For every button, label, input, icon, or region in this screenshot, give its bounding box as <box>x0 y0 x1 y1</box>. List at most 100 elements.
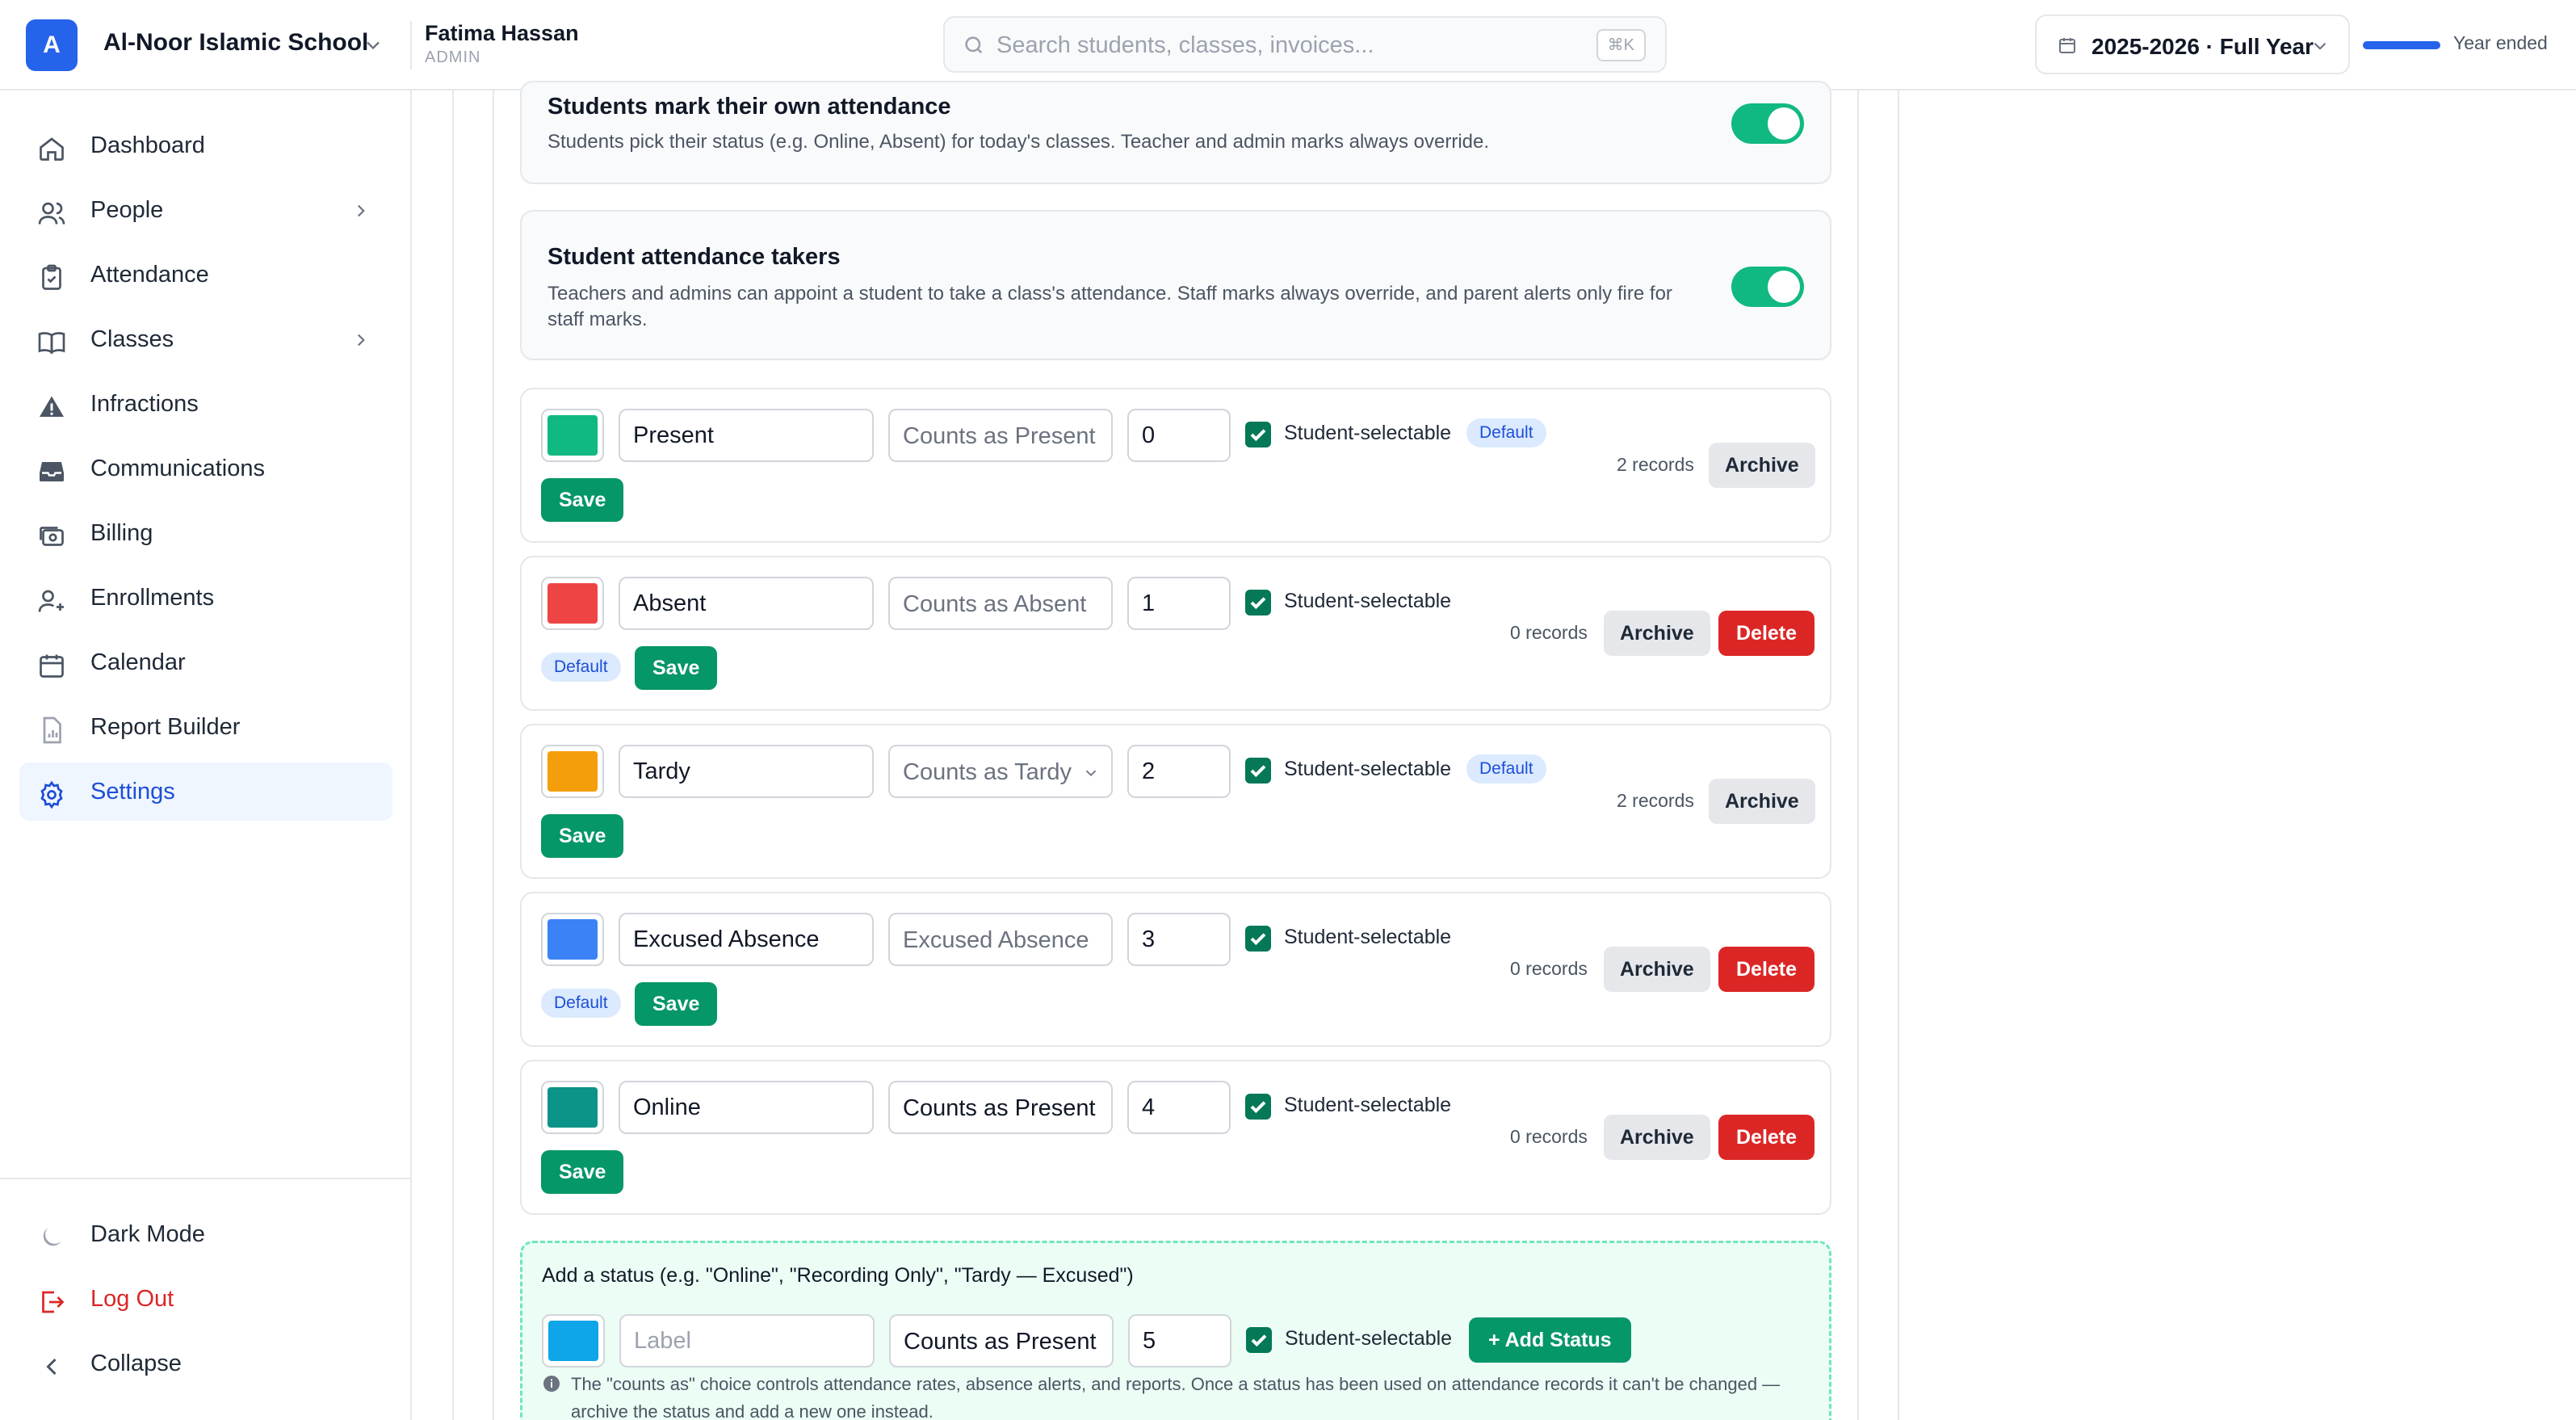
school-name[interactable]: Al-Noor Islamic School <box>103 29 368 57</box>
sidebar-item-dashboard[interactable]: Dashboard <box>19 116 392 174</box>
save-button[interactable]: Save <box>635 982 718 1026</box>
top-bar: A Al-Noor Islamic School Fatima Hassan A… <box>0 0 2576 90</box>
setting-title: Students mark their own attendance <box>548 94 951 120</box>
student-selectable-checkbox[interactable] <box>1245 422 1271 447</box>
counts-as-select[interactable]: Counts as Present <box>888 409 1113 462</box>
sort-order-input[interactable] <box>1127 409 1231 462</box>
sidebar-item-billing[interactable]: Billing <box>19 504 392 562</box>
student-selectable-label: Student-selectable <box>1285 1327 1453 1350</box>
self-attendance-toggle[interactable] <box>1731 103 1804 144</box>
search-bar[interactable]: ⌘K <box>943 16 1667 73</box>
counts-as-select[interactable]: Counts as Absent <box>888 577 1113 630</box>
sidebar-item-people[interactable]: People <box>19 181 392 239</box>
color-picker[interactable] <box>541 745 604 798</box>
archive-button[interactable]: Archive <box>1604 1115 1710 1160</box>
logout-button[interactable]: Log Out <box>19 1270 392 1328</box>
archive-button[interactable]: Archive <box>1709 443 1815 488</box>
counts-as-select[interactable]: Excused Absence <box>888 913 1113 966</box>
record-count: 2 records <box>1617 790 1694 811</box>
color-swatch <box>548 1087 598 1128</box>
sidebar-item-label: Attendance <box>90 262 209 288</box>
sidebar-item-calendar[interactable]: Calendar <box>19 633 392 691</box>
sort-order-input[interactable] <box>1127 577 1231 630</box>
sidebar-item-attendance[interactable]: Attendance <box>19 246 392 304</box>
self-attendance-setting: Students mark their own attendance Stude… <box>520 81 1831 184</box>
dark-mode-label: Dark Mode <box>90 1221 205 1247</box>
save-button[interactable]: Save <box>541 814 624 858</box>
user-name: Fatima Hassan <box>425 21 579 45</box>
collapse-sidebar-button[interactable]: Collapse <box>19 1334 392 1393</box>
sort-order-input[interactable] <box>1127 913 1231 966</box>
sidebar-divider <box>0 1178 410 1179</box>
counts-as-value: Counts as Present <box>903 423 1096 449</box>
toggle-knob <box>1768 271 1800 303</box>
attendance-takers-toggle[interactable] <box>1731 267 1804 307</box>
status-row-excused-absence: Excused Absence Student-selectable Defau… <box>520 892 1831 1047</box>
sidebar-item-infractions[interactable]: Infractions <box>19 375 392 433</box>
status-label-input[interactable] <box>619 1081 874 1134</box>
counts-as-value: Excused Absence <box>903 927 1089 953</box>
student-selectable-checkbox[interactable] <box>1245 926 1271 952</box>
delete-button[interactable]: Delete <box>1718 1115 1815 1160</box>
record-count: 0 records <box>1510 958 1588 979</box>
add-status-button[interactable]: + Add Status <box>1469 1317 1631 1363</box>
sidebar-item-label: Report Builder <box>90 714 241 740</box>
archive-button[interactable]: Archive <box>1604 947 1710 992</box>
info-icon <box>543 1376 560 1392</box>
status-label-input[interactable] <box>619 409 874 462</box>
archive-button[interactable]: Archive <box>1604 611 1710 656</box>
sidebar-item-label: Calendar <box>90 649 186 675</box>
report-icon <box>43 716 61 744</box>
counts-as-select[interactable]: Counts as Tardy <box>888 745 1113 798</box>
save-button[interactable]: Save <box>635 646 718 690</box>
sidebar-item-report-builder[interactable]: Report Builder <box>19 698 392 756</box>
school-logo[interactable]: A <box>26 19 78 71</box>
sort-order-input[interactable] <box>1128 1314 1231 1367</box>
student-selectable-checkbox[interactable] <box>1245 590 1271 615</box>
search-input[interactable] <box>996 27 1562 63</box>
counts-as-value: Counts as Present <box>903 1095 1096 1121</box>
student-selectable-checkbox[interactable] <box>1245 1094 1271 1120</box>
counts-as-select[interactable]: Counts as Present <box>889 1314 1114 1367</box>
school-year-select[interactable]: 2025-2026 · Full Year <box>2035 15 2350 74</box>
color-picker[interactable] <box>541 409 604 462</box>
color-picker[interactable] <box>541 1081 604 1134</box>
save-button[interactable]: Save <box>541 1150 624 1194</box>
dark-mode-toggle[interactable]: Dark Mode <box>19 1205 392 1263</box>
add-status-title: Add a status (e.g. "Online", "Recording … <box>542 1264 1134 1287</box>
sidebar-item-label: Infractions <box>90 391 199 417</box>
chevron-down-icon[interactable] <box>362 34 384 57</box>
counts-as-select[interactable]: Counts as Present <box>888 1081 1113 1134</box>
color-swatch <box>548 415 598 456</box>
record-count: 0 records <box>1510 1126 1588 1147</box>
check-icon <box>1251 1334 1267 1347</box>
check-icon <box>1250 933 1266 946</box>
status-label-input[interactable] <box>619 913 874 966</box>
sort-order-input[interactable] <box>1127 745 1231 798</box>
sidebar-item-settings[interactable]: Settings <box>19 763 392 821</box>
color-picker[interactable] <box>542 1314 605 1367</box>
student-selectable-checkbox[interactable] <box>1245 758 1271 784</box>
attendance-takers-setting: Student attendance takers Teachers and a… <box>520 210 1831 360</box>
check-icon <box>1250 1101 1266 1114</box>
calendar-icon <box>40 654 64 678</box>
new-status-label-input[interactable] <box>619 1314 875 1367</box>
sidebar-item-label: People <box>90 197 164 223</box>
delete-button[interactable]: Delete <box>1718 611 1815 656</box>
color-picker[interactable] <box>541 913 604 966</box>
delete-button[interactable]: Delete <box>1718 947 1815 992</box>
user-plus-icon <box>38 590 64 612</box>
sidebar-item-classes[interactable]: Classes <box>19 310 392 368</box>
calendar-icon <box>2059 38 2075 53</box>
student-selectable-checkbox[interactable] <box>1246 1327 1272 1353</box>
sidebar-item-enrollments[interactable]: Enrollments <box>19 569 392 627</box>
save-button[interactable]: Save <box>541 478 624 522</box>
archive-button[interactable]: Archive <box>1709 779 1815 824</box>
student-selectable-label: Student-selectable <box>1284 926 1452 948</box>
color-picker[interactable] <box>541 577 604 630</box>
sort-order-input[interactable] <box>1127 1081 1231 1134</box>
user-role: ADMIN <box>425 48 481 66</box>
status-label-input[interactable] <box>619 577 874 630</box>
status-label-input[interactable] <box>619 745 874 798</box>
sidebar-item-communications[interactable]: Communications <box>19 439 392 498</box>
